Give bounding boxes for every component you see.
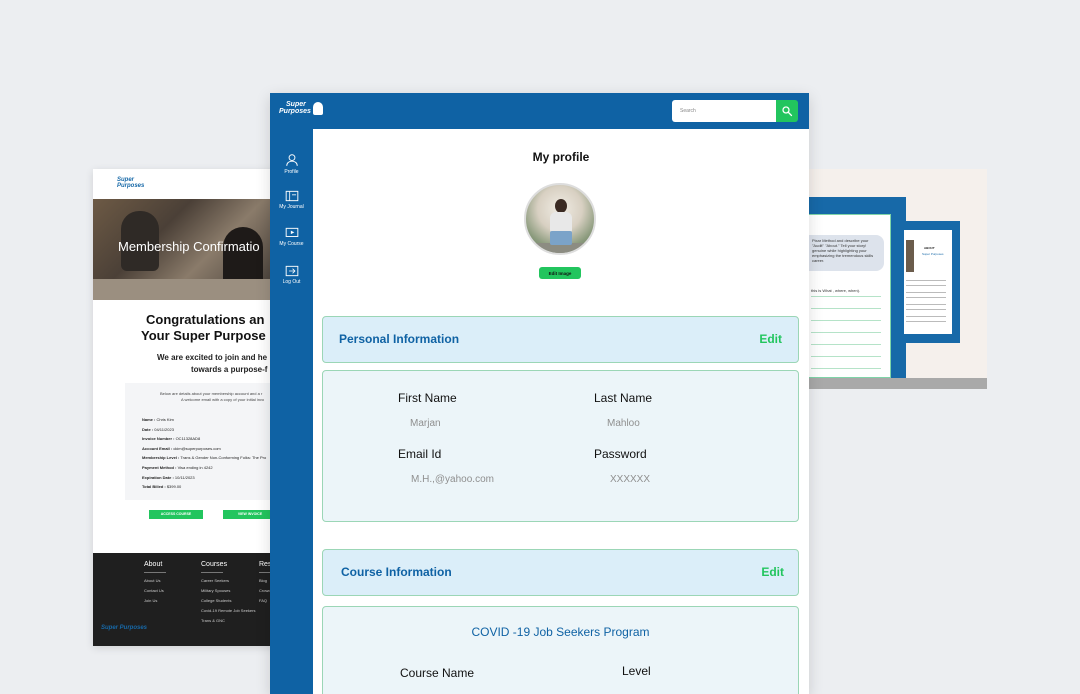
journal-preview: Pixar Method and describe your "Audit" "… <box>808 169 987 389</box>
search-input[interactable] <box>672 100 776 122</box>
footer-courses-column: Courses Career Seekers Military Spouses … <box>201 561 255 628</box>
course-name-label: Course Name <box>400 666 475 680</box>
footer-link[interactable]: Military Spouses <box>201 588 255 598</box>
sidebar-item-journal[interactable]: My Journal <box>270 190 313 210</box>
search-button[interactable] <box>776 100 798 122</box>
about-subtitle: Super Purposes <box>922 252 944 256</box>
section-title: Course Information <box>341 565 452 579</box>
personal-info-body: First Name Marjan Last Name Mahloo Email… <box>322 370 799 522</box>
journal-page: Pixar Method and describe your "Audit" "… <box>808 214 891 378</box>
profile-app-window: Super Purposes Profile My Journal My Cou… <box>270 93 809 694</box>
journal-prompt-bubble: Pixar Method and describe your "Audit" "… <box>809 235 884 271</box>
membership-email-preview: Super Purposes Membership Confirmatio Co… <box>93 169 278 646</box>
footer-link[interactable]: Covid-19 Remote Job Seekers <box>201 608 255 618</box>
sidebar-item-label: My Course <box>279 241 304 247</box>
sidebar-item-label: My Journal <box>279 204 304 210</box>
email-intro: Below are details about your membership … <box>160 391 265 402</box>
sidebar-item-logout[interactable]: Log Out <box>270 265 313 285</box>
email-detail-row: Date : 04/11/2023 <box>142 426 174 432</box>
password-value: XXXXXX <box>610 474 651 485</box>
sidebar-item-label: Log Out <box>282 279 301 285</box>
search-icon <box>782 106 793 117</box>
sidebar: Profile My Journal My Course Log Out <box>270 129 313 694</box>
footer-about-column: About About Us Contact Us Join Us <box>144 561 166 608</box>
logout-icon <box>285 265 298 277</box>
sidebar-item-course[interactable]: My Course <box>270 227 313 247</box>
view-invoice-button[interactable]: VIEW INVOICE <box>223 510 277 519</box>
sidebar-item-profile[interactable]: Profile <box>270 153 313 175</box>
email-subheading: We are excited to join and he towards a … <box>157 353 268 374</box>
avatar <box>524 183 596 255</box>
email-detail-row: Name : Chris Kim <box>142 417 174 422</box>
email-hero-title: Membership Confirmatio <box>118 239 260 254</box>
course-info-header: Course Information Edit <box>322 549 799 596</box>
footer-link[interactable]: Contact Us <box>144 588 166 598</box>
course-icon <box>285 227 298 237</box>
user-icon <box>285 154 298 166</box>
first-name-label: First Name <box>398 391 457 405</box>
footer-link[interactable]: Career Seekers <box>201 578 255 588</box>
about-title: ABOUT <box>924 246 935 250</box>
app-logo[interactable]: Super Purposes <box>279 101 323 115</box>
last-name-label: Last Name <box>594 391 653 405</box>
email-heading: Congratulations an Your Super Purpose <box>141 312 266 343</box>
email-details-box: Below are details about your membership … <box>125 383 278 500</box>
journal-note: this is What , where, when). <box>811 288 861 293</box>
email-detail-row: Invoice Number : OC11328AD8 <box>142 436 201 442</box>
edit-course-button[interactable]: Edit <box>761 565 784 579</box>
profile-content: My profile Edit Image Personal Informati… <box>313 129 809 694</box>
about-page: ABOUT Super Purposes <box>904 230 952 334</box>
email-detail-row: Membership Level : Trans & Gender Non-Co… <box>142 455 267 461</box>
course-info-body: COVID -19 Job Seekers Program Course Nam… <box>322 606 799 694</box>
email-detail-row: Total Billed : $399.00 <box>142 484 182 490</box>
email-logo: Super Purposes <box>117 177 145 189</box>
email-detail-row: Expiration Date : 10/11/2023 <box>142 474 195 480</box>
top-bar: Super Purposes <box>270 93 809 129</box>
footer-link[interactable]: College Students <box>201 598 255 608</box>
email-details-list: Name : Chris Kim Date : 04/11/2023 Invoi… <box>142 417 266 494</box>
password-label: Password <box>594 447 647 461</box>
first-name-value: Marjan <box>410 418 441 429</box>
email-value: M.H.,@yahoo.com <box>411 474 494 485</box>
last-name-value: Mahloo <box>607 418 640 429</box>
journal-icon <box>285 190 298 202</box>
page-title: My profile <box>532 150 590 164</box>
personal-info-header: Personal Information Edit <box>322 316 799 363</box>
access-course-button[interactable]: ACCESS COURSE <box>149 510 203 519</box>
section-title: Personal Information <box>339 332 460 346</box>
email-label: Email Id <box>398 447 442 461</box>
email-detail-row: Account Email : ckim@superpurposes.com <box>142 445 221 451</box>
email-detail-row: Payment Method : Visa ending in 4242 <box>142 464 213 470</box>
sidebar-item-label: Profile <box>284 169 299 175</box>
edit-personal-button[interactable]: Edit <box>759 332 782 346</box>
email-footer: About About Us Contact Us Join Us Course… <box>93 553 278 646</box>
edit-image-button[interactable]: Edit Image <box>539 267 581 279</box>
footer-link[interactable]: About Us <box>144 578 166 588</box>
level-label: Level <box>622 664 651 678</box>
program-title: COVID -19 Job Seekers Program <box>471 625 650 639</box>
footer-link[interactable]: Trans & GNC <box>201 618 255 628</box>
footer-logo: Super Purposes <box>101 625 148 631</box>
footer-link[interactable]: Join Us <box>144 598 166 608</box>
